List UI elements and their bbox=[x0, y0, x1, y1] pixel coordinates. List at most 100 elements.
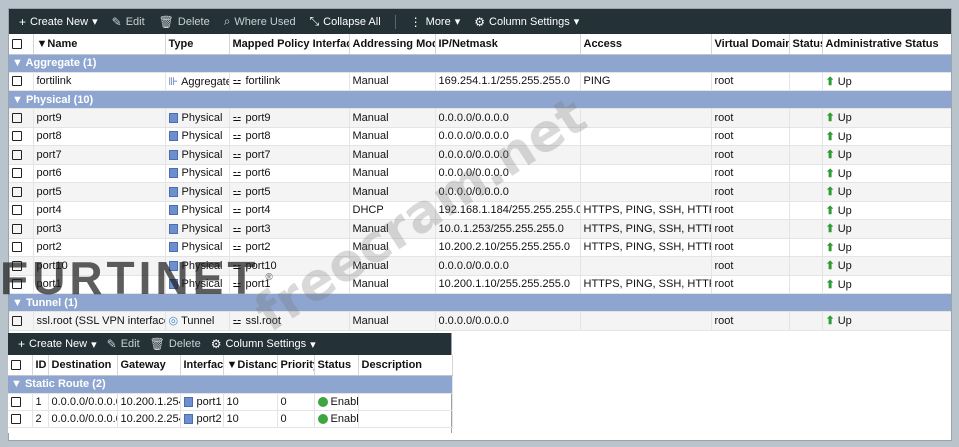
checkbox-icon bbox=[12, 112, 22, 123]
col-mapped-policy-interface[interactable]: Mapped Policy Interface bbox=[229, 34, 350, 55]
cell-name: port8 bbox=[33, 127, 166, 146]
select-all-checkbox[interactable] bbox=[9, 34, 34, 55]
col-ip-netmask[interactable]: IP/Netmask bbox=[435, 34, 581, 55]
group-header-aggregate[interactable]: ▼ Aggregate (1) bbox=[9, 54, 951, 73]
cell-addressing-mode: Manual bbox=[349, 145, 436, 165]
col-interface[interactable]: Interface bbox=[180, 355, 224, 376]
cell-interface: port2 bbox=[180, 410, 224, 428]
arrow-up-icon: ⬆ bbox=[825, 186, 835, 199]
col-route-status[interactable]: Status bbox=[314, 355, 359, 376]
cell-admin-status: ⬆ Up bbox=[822, 201, 951, 220]
create-new-button[interactable]: + Create New ▾ bbox=[19, 15, 98, 29]
cell-access bbox=[580, 164, 712, 183]
interface-icon: ⚍ bbox=[232, 205, 242, 217]
cell-route-status: Enable bbox=[314, 393, 359, 411]
route-delete-button[interactable]: 🗑 Delete bbox=[150, 337, 201, 351]
row-checkbox[interactable] bbox=[9, 219, 34, 239]
checkbox-icon bbox=[12, 131, 22, 142]
table-row[interactable]: port9 Physical ⚍ port9 Manual 0.0.0.0/0.0.0.0… bbox=[9, 108, 951, 128]
cell-mapped-interface: ⚍ port5 bbox=[229, 182, 350, 202]
col-access[interactable]: Access bbox=[580, 34, 712, 55]
collapse-arrow-icon[interactable]: ▼ bbox=[12, 57, 26, 69]
route-row[interactable]: 2 0.0.0.0/0.0.0.0 10.200.2.254 port2 10 0 Enab… bbox=[8, 410, 453, 428]
where-used-button[interactable]: ⌕ Where Used bbox=[224, 14, 296, 29]
row-checkbox[interactable] bbox=[9, 108, 34, 128]
col-status[interactable]: Status bbox=[789, 34, 823, 55]
physical-port-icon bbox=[168, 223, 178, 234]
cell-access: HTTPS, PING, SSH, HTTP bbox=[580, 219, 712, 239]
cell-access bbox=[580, 311, 712, 331]
col-type[interactable]: Type bbox=[165, 34, 230, 55]
col-destination[interactable]: Destination bbox=[48, 355, 118, 376]
col-id[interactable]: ID bbox=[32, 355, 49, 376]
cell-virtual-domain: root bbox=[711, 219, 790, 239]
table-row[interactable]: fortilink ⊪ Aggregate ⚍ fortilink Manual 169.2… bbox=[9, 72, 951, 91]
delete-button[interactable]: 🗑 Delete bbox=[159, 15, 210, 29]
collapse-arrow-icon[interactable]: ▼ bbox=[12, 94, 26, 106]
checkbox-icon bbox=[12, 38, 22, 49]
cell-status bbox=[789, 182, 823, 202]
route-row[interactable]: 1 0.0.0.0/0.0.0.0 10.200.1.254 port1 10 0 Enab… bbox=[8, 393, 453, 411]
arrow-up-icon: ⬆ bbox=[825, 75, 835, 88]
col-description[interactable]: Description bbox=[358, 355, 453, 376]
row-checkbox[interactable] bbox=[9, 72, 34, 91]
chevron-down-icon: ▾ bbox=[310, 338, 316, 351]
cell-name: port7 bbox=[33, 145, 166, 165]
check-circle-icon bbox=[317, 396, 328, 407]
interface-icon: ⚍ bbox=[232, 223, 242, 235]
collapse-all-button[interactable]: ⤡ Collapse All bbox=[310, 14, 381, 29]
group-header-physical[interactable]: ▼ Physical (10) bbox=[9, 90, 951, 109]
route-edit-button[interactable]: ✎ Edit bbox=[107, 337, 140, 351]
search-icon: ⌕ bbox=[223, 14, 231, 28]
cell-virtual-domain: root bbox=[711, 256, 790, 276]
row-checkbox[interactable] bbox=[9, 145, 34, 165]
edit-button[interactable]: ✎ Edit bbox=[112, 15, 145, 29]
col-gateway[interactable]: Gateway bbox=[117, 355, 181, 376]
cell-mapped-interface: ⚍ fortilink bbox=[229, 72, 350, 91]
col-distance[interactable]: ▼Distance bbox=[223, 355, 278, 376]
row-checkbox[interactable] bbox=[8, 393, 33, 411]
cell-status bbox=[789, 108, 823, 128]
cell-access bbox=[580, 127, 712, 146]
more-button[interactable]: ⋮ More ▾ bbox=[410, 15, 461, 29]
row-checkbox[interactable] bbox=[9, 182, 34, 202]
row-checkbox[interactable] bbox=[9, 164, 34, 183]
cell-virtual-domain: root bbox=[711, 72, 790, 91]
col-name[interactable]: ▼Name bbox=[33, 34, 166, 55]
cell-admin-status: ⬆ Up bbox=[822, 219, 951, 239]
row-checkbox[interactable] bbox=[9, 311, 34, 331]
table-row[interactable]: port3 Physical ⚍ port3 Manual 10.0.1.253/255.… bbox=[9, 219, 951, 239]
checkbox-icon bbox=[12, 315, 22, 326]
cell-admin-status: ⬆ Up bbox=[822, 311, 951, 331]
col-virtual-domain[interactable]: Virtual Domain bbox=[711, 34, 790, 55]
cell-mapped-interface: ⚍ port3 bbox=[229, 219, 350, 239]
table-row[interactable]: ssl.root (SSL VPN interface) ◎ Tunnel ⚍ ssl.… bbox=[9, 311, 951, 331]
route-create-new-button[interactable]: + Create New ▾ bbox=[18, 337, 97, 351]
cell-destination: 0.0.0.0/0.0.0.0 bbox=[48, 393, 118, 411]
cell-virtual-domain: root bbox=[711, 182, 790, 202]
cell-ip-netmask: 10.200.2.10/255.255.255.0 bbox=[435, 238, 581, 257]
column-settings-button[interactable]: ⚙ Column Settings ▾ bbox=[474, 15, 579, 29]
col-priority[interactable]: Priority bbox=[277, 355, 315, 376]
arrow-up-icon: ⬆ bbox=[825, 112, 835, 125]
cell-addressing-mode: Manual bbox=[349, 127, 436, 146]
cell-status bbox=[789, 219, 823, 239]
routes-select-all-checkbox[interactable] bbox=[8, 355, 33, 376]
physical-port-icon bbox=[168, 149, 178, 160]
cell-type: ◎ Tunnel bbox=[165, 311, 230, 331]
col-administrative-status[interactable]: Administrative Status bbox=[822, 34, 951, 55]
row-checkbox[interactable] bbox=[9, 201, 34, 220]
col-addressing-mode[interactable]: Addressing Mode bbox=[349, 34, 436, 55]
group-header-static-route[interactable]: ▼ Static Route (2) bbox=[8, 375, 453, 394]
route-column-settings-button[interactable]: ⚙ Column Settings ▾ bbox=[211, 337, 316, 351]
cell-access bbox=[580, 182, 712, 202]
collapse-arrow-icon[interactable]: ▼ bbox=[11, 378, 25, 390]
cell-virtual-domain: root bbox=[711, 201, 790, 220]
row-checkbox[interactable] bbox=[8, 410, 33, 428]
collapse-icon: ⤡ bbox=[309, 14, 320, 28]
row-checkbox[interactable] bbox=[9, 127, 34, 146]
cell-type: Physical bbox=[165, 108, 230, 128]
pencil-icon: ✎ bbox=[111, 14, 122, 29]
plus-icon: + bbox=[19, 14, 27, 29]
tunnel-icon: ◎ bbox=[168, 315, 179, 328]
